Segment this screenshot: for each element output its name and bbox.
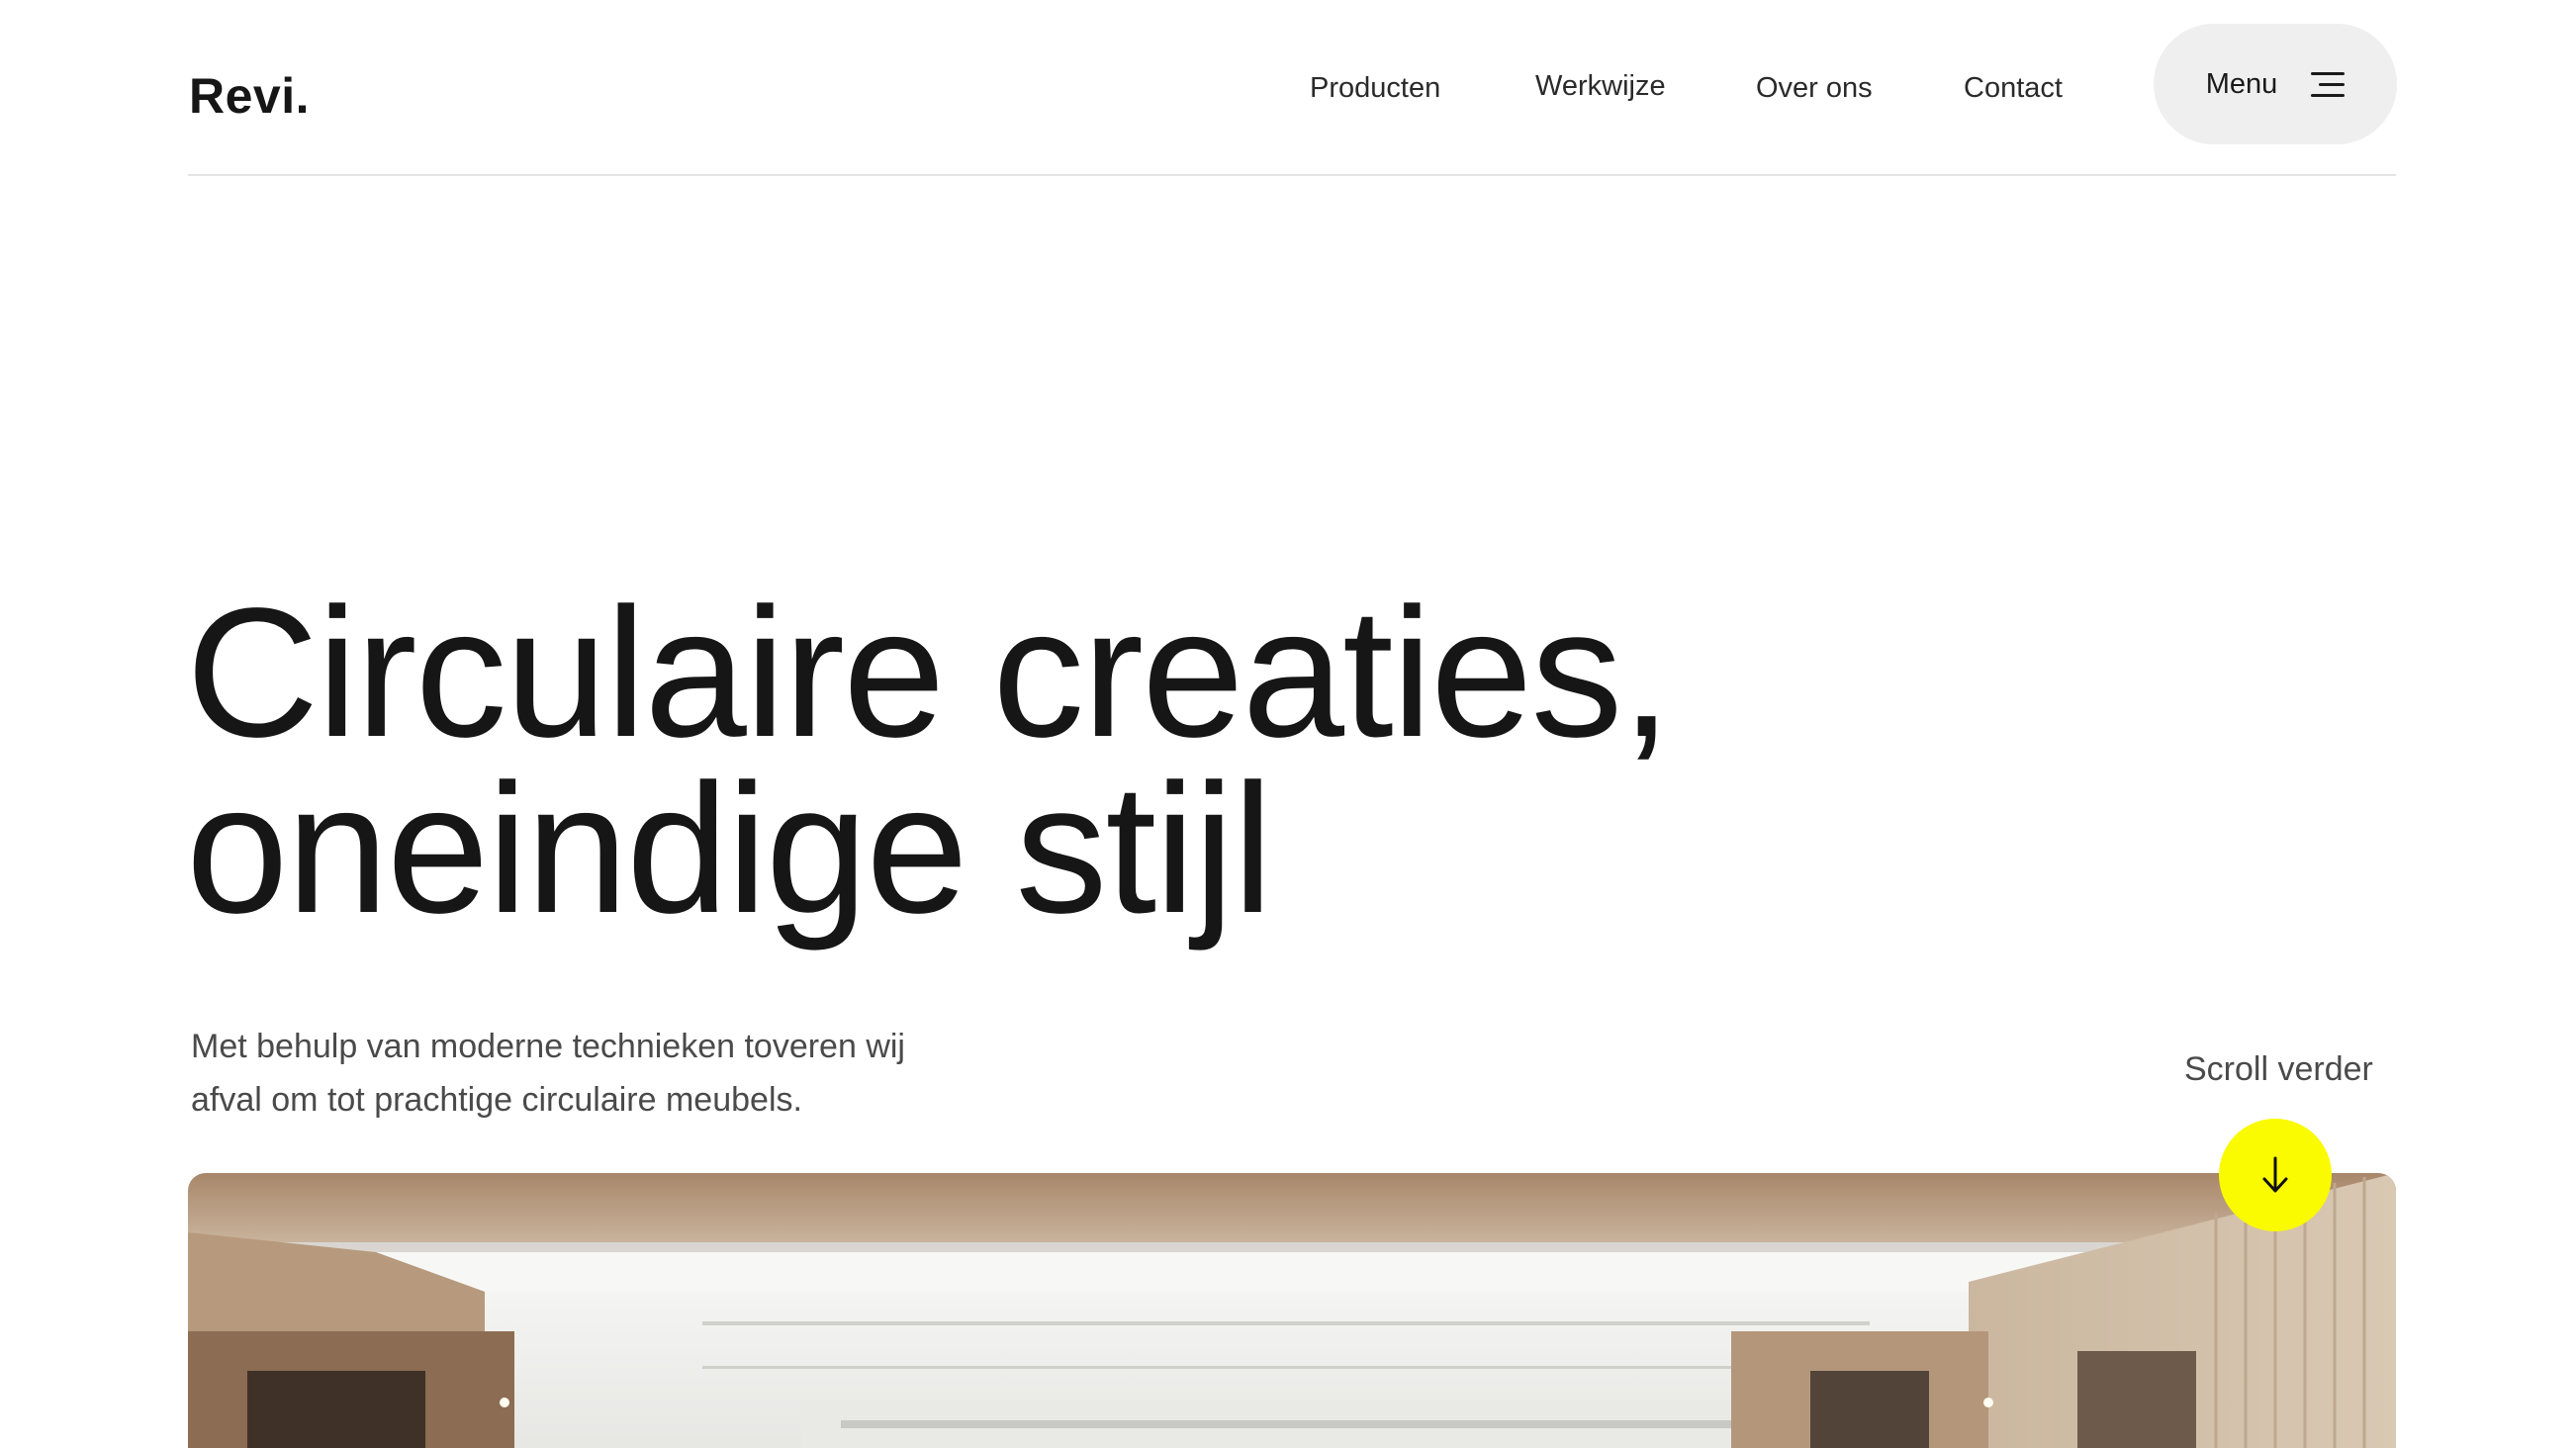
menu-label: Menu: [2205, 67, 2278, 100]
page: Revi. Producten Werkwijze Over ons Conta…: [0, 0, 2576, 1448]
scroll-label: Scroll verder: [2184, 1050, 2373, 1088]
nav-link-werkwijze[interactable]: Werkwijze: [1535, 70, 1666, 103]
hero-title-line-2: oneindige stijl: [186, 747, 1273, 951]
logo[interactable]: Revi.: [189, 67, 310, 125]
nav-link-over-ons[interactable]: Over ons: [1756, 72, 1873, 105]
menu-button[interactable]: Menu: [2154, 24, 2397, 144]
arrow-down-icon: [2262, 1156, 2288, 1193]
nav-link-producten[interactable]: Producten: [1310, 72, 1440, 105]
hero-title: Circulaire creaties, oneindige stijl: [186, 571, 1967, 951]
office-interior-image: [188, 1173, 2396, 1448]
scroll-down-button[interactable]: [2219, 1119, 2332, 1231]
nav-link-contact[interactable]: Contact: [1964, 72, 2063, 105]
hero-image: [188, 1173, 2396, 1448]
hero-subtitle-line-2: afval om tot prachtige circulaire meubel…: [191, 1081, 802, 1119]
hero-subtitle-line-1: Met behulp van moderne technieken tovere…: [191, 1028, 905, 1065]
hero-subtitle: Met behulp van moderne technieken tovere…: [191, 1020, 982, 1127]
hero-title-line-1: Circulaire creaties,: [186, 571, 1672, 775]
site-header: Revi. Producten Werkwijze Over ons Conta…: [188, 20, 2397, 176]
hamburger-icon: [2311, 72, 2346, 97]
